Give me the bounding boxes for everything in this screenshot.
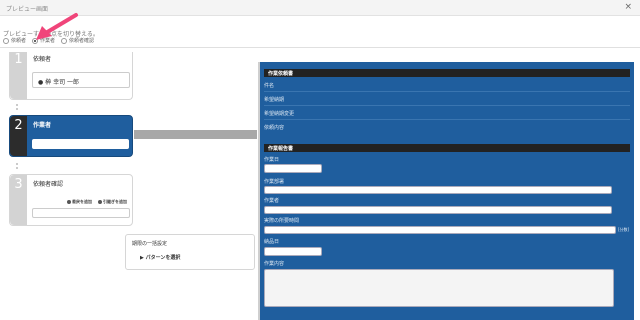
title-bar: プレビュー画面 × [0, 0, 640, 16]
add-sendback-button[interactable]: 差戻を追加 [67, 199, 92, 205]
worker-input[interactable] [264, 206, 612, 214]
workflow-step-1[interactable]: 1 依頼者 ● 榊 幸司 一郎 [9, 52, 133, 100]
actual-time-input[interactable] [264, 226, 616, 234]
header-divider [0, 47, 640, 48]
step-connector [16, 104, 18, 106]
assignee-input[interactable] [32, 208, 130, 218]
step-connector [16, 163, 18, 165]
view-option-label: 依頼者 [11, 38, 27, 44]
radio-icon[interactable] [32, 37, 39, 44]
view-option-confirmer[interactable]: 依頼者確認 [61, 37, 94, 44]
step-link-bar [134, 130, 257, 139]
assignee-box[interactable]: ● 榊 幸司 一郎 [32, 72, 130, 88]
workflow-step-3[interactable]: 3 依頼者確認 差戻を追加 引継ぎを追加 [9, 174, 133, 226]
assignee-name: 榊 幸司 一郎 [45, 79, 79, 86]
report-section-header: 作業報告書 [264, 144, 630, 152]
radio-icon[interactable] [3, 37, 9, 44]
bulk-deadline-title: 期限の一括設定 [132, 241, 168, 247]
view-option-worker[interactable]: 作業者 [32, 37, 55, 44]
add-handover-button[interactable]: 引継ぎを追加 [98, 199, 127, 205]
plus-icon [98, 200, 102, 204]
field-label-subject: 件名 [264, 83, 275, 89]
field-label-work-date: 作業日 [264, 157, 280, 163]
select-pattern-link[interactable]: ▶ パターンを選択 [140, 254, 180, 261]
field-divider [264, 91, 630, 92]
step-number: 1 [10, 52, 27, 99]
field-divider [264, 105, 630, 106]
assignee-input[interactable] [32, 139, 129, 149]
window-title: プレビュー画面 [6, 6, 49, 13]
view-option-label: 作業者 [40, 38, 56, 44]
close-icon[interactable]: × [624, 2, 632, 12]
workflow-step-2[interactable]: 2 作業者 [9, 115, 133, 157]
step-label: 依頼者 [33, 56, 52, 63]
form-preview-panel: 作業依頼書 件名 希望納期 希望納期変更 依頼内容 作業報告書 作業日 作業部署… [258, 62, 634, 320]
field-divider [264, 119, 630, 120]
field-label-department: 作業部署 [264, 179, 285, 185]
step-label: 依頼者確認 [33, 181, 64, 188]
button-label: 差戻を追加 [72, 199, 92, 204]
radio-icon[interactable] [61, 37, 68, 44]
step-number: 3 [10, 175, 27, 225]
plus-icon [67, 200, 71, 204]
time-unit-label: [分数] [618, 227, 630, 232]
field-label-worker: 作業者 [264, 198, 280, 204]
field-label-delivery-date: 納品日 [264, 239, 280, 245]
department-input[interactable] [264, 186, 612, 194]
button-label: 引継ぎを追加 [103, 199, 127, 204]
step-actions: 差戻を追加 引継ぎを追加 [67, 199, 127, 205]
field-label-request-detail: 依頼内容 [264, 125, 285, 131]
delivery-date-input[interactable] [264, 247, 322, 256]
view-option-requester[interactable]: 依頼者 [3, 37, 26, 44]
step-connector [16, 108, 18, 110]
field-label-work-content: 作業内容 [264, 261, 285, 267]
bulk-deadline-panel: 期限の一括設定 ▶ パターンを選択 [125, 234, 255, 270]
field-label-desired-date: 希望納期 [264, 97, 285, 103]
step-number: 2 [10, 116, 27, 156]
field-label-actual-time: 実際の所要時間 [264, 218, 300, 224]
view-option-label: 依頼者確認 [69, 38, 95, 44]
step-label: 作業者 [33, 122, 52, 129]
work-content-textarea[interactable] [264, 269, 614, 307]
step-connector [16, 167, 18, 169]
request-section-header: 作業依頼書 [264, 69, 630, 77]
work-date-input[interactable] [264, 164, 322, 173]
view-switch: 依頼者 作業者 依頼者確認 [3, 37, 94, 44]
field-label-date-change: 希望納期変更 [264, 111, 295, 117]
